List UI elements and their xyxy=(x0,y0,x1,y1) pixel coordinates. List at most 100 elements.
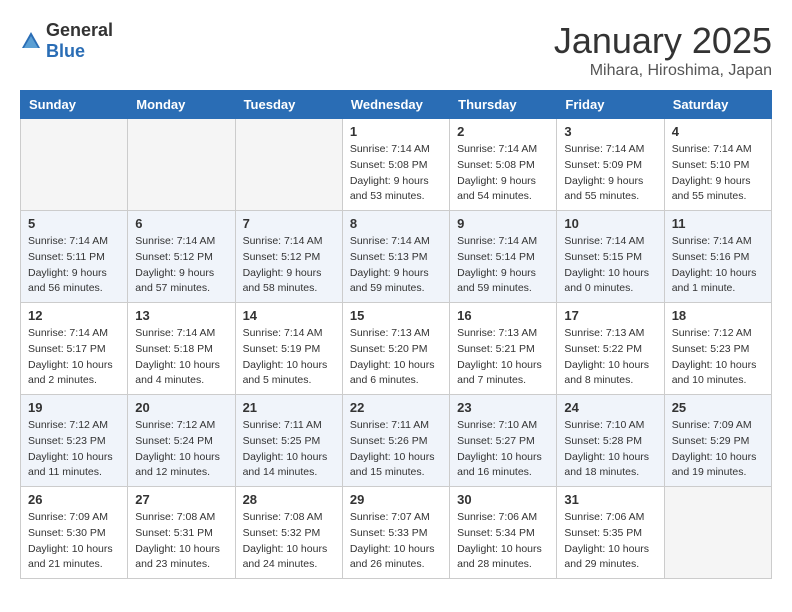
weekday-header-friday: Friday xyxy=(557,91,664,119)
day-info: Sunrise: 7:12 AM Sunset: 5:24 PM Dayligh… xyxy=(135,418,227,481)
day-number: 5 xyxy=(28,216,120,231)
header: General Blue January 2025 Mihara, Hirosh… xyxy=(20,20,772,80)
day-number: 13 xyxy=(135,308,227,323)
calendar-cell xyxy=(21,119,128,211)
day-number: 19 xyxy=(28,400,120,415)
day-number: 14 xyxy=(243,308,335,323)
day-info: Sunrise: 7:14 AM Sunset: 5:10 PM Dayligh… xyxy=(672,142,764,205)
month-title: January 2025 xyxy=(554,20,772,62)
day-number: 25 xyxy=(672,400,764,415)
day-info: Sunrise: 7:13 AM Sunset: 5:22 PM Dayligh… xyxy=(564,326,656,389)
day-number: 28 xyxy=(243,492,335,507)
day-number: 30 xyxy=(457,492,549,507)
calendar-cell: 8 Sunrise: 7:14 AM Sunset: 5:13 PM Daylig… xyxy=(342,211,449,303)
day-number: 3 xyxy=(564,124,656,139)
calendar-cell: 6 Sunrise: 7:14 AM Sunset: 5:12 PM Daylig… xyxy=(128,211,235,303)
calendar-cell: 29Sunrise: 7:07 AM Sunset: 5:33 PM Dayli… xyxy=(342,487,449,579)
day-info: Sunrise: 7:14 AM Sunset: 5:11 PM Dayligh… xyxy=(28,234,120,297)
day-info: Sunrise: 7:07 AM Sunset: 5:33 PM Dayligh… xyxy=(350,510,442,573)
calendar-cell: 17Sunrise: 7:13 AM Sunset: 5:22 PM Dayli… xyxy=(557,303,664,395)
day-info: Sunrise: 7:11 AM Sunset: 5:26 PM Dayligh… xyxy=(350,418,442,481)
calendar-week-row: 5 Sunrise: 7:14 AM Sunset: 5:11 PM Daylig… xyxy=(21,211,772,303)
day-info: Sunrise: 7:09 AM Sunset: 5:29 PM Dayligh… xyxy=(672,418,764,481)
calendar-cell: 18 Sunrise: 7:12 AM Sunset: 5:23 PM Dayli… xyxy=(664,303,771,395)
weekday-header-row: SundayMondayTuesdayWednesdayThursdayFrid… xyxy=(21,91,772,119)
day-info: Sunrise: 7:14 AM Sunset: 5:15 PM Dayligh… xyxy=(564,234,656,297)
calendar-cell: 15 Sunrise: 7:13 AM Sunset: 5:20 PM Dayli… xyxy=(342,303,449,395)
calendar-cell: 23 Sunrise: 7:10 AM Sunset: 5:27 PM Dayli… xyxy=(450,395,557,487)
logo-icon xyxy=(20,30,42,52)
calendar-cell: 1Sunrise: 7:14 AM Sunset: 5:08 PM Daylig… xyxy=(342,119,449,211)
calendar-week-row: 1Sunrise: 7:14 AM Sunset: 5:08 PM Daylig… xyxy=(21,119,772,211)
day-number: 20 xyxy=(135,400,227,415)
day-info: Sunrise: 7:14 AM Sunset: 5:09 PM Dayligh… xyxy=(564,142,656,205)
calendar-cell: 9 Sunrise: 7:14 AM Sunset: 5:14 PM Daylig… xyxy=(450,211,557,303)
day-number: 27 xyxy=(135,492,227,507)
calendar-cell: 3 Sunrise: 7:14 AM Sunset: 5:09 PM Daylig… xyxy=(557,119,664,211)
day-info: Sunrise: 7:12 AM Sunset: 5:23 PM Dayligh… xyxy=(672,326,764,389)
calendar-cell: 13Sunrise: 7:14 AM Sunset: 5:18 PM Dayli… xyxy=(128,303,235,395)
calendar-cell: 2 Sunrise: 7:14 AM Sunset: 5:08 PM Daylig… xyxy=(450,119,557,211)
calendar-cell: 20 Sunrise: 7:12 AM Sunset: 5:24 PM Dayli… xyxy=(128,395,235,487)
day-info: Sunrise: 7:14 AM Sunset: 5:13 PM Dayligh… xyxy=(350,234,442,297)
logo-blue: Blue xyxy=(46,41,85,61)
day-info: Sunrise: 7:14 AM Sunset: 5:14 PM Dayligh… xyxy=(457,234,549,297)
day-info: Sunrise: 7:08 AM Sunset: 5:32 PM Dayligh… xyxy=(243,510,335,573)
day-info: Sunrise: 7:14 AM Sunset: 5:08 PM Dayligh… xyxy=(350,142,442,205)
day-number: 31 xyxy=(564,492,656,507)
weekday-header-sunday: Sunday xyxy=(21,91,128,119)
day-info: Sunrise: 7:13 AM Sunset: 5:20 PM Dayligh… xyxy=(350,326,442,389)
calendar-cell xyxy=(664,487,771,579)
calendar-cell: 22Sunrise: 7:11 AM Sunset: 5:26 PM Dayli… xyxy=(342,395,449,487)
calendar-cell: 28 Sunrise: 7:08 AM Sunset: 5:32 PM Dayli… xyxy=(235,487,342,579)
day-number: 2 xyxy=(457,124,549,139)
day-number: 4 xyxy=(672,124,764,139)
day-number: 15 xyxy=(350,308,442,323)
calendar-cell xyxy=(128,119,235,211)
logo: General Blue xyxy=(20,20,113,62)
calendar-cell: 4 Sunrise: 7:14 AM Sunset: 5:10 PM Daylig… xyxy=(664,119,771,211)
calendar-cell: 26Sunrise: 7:09 AM Sunset: 5:30 PM Dayli… xyxy=(21,487,128,579)
weekday-header-saturday: Saturday xyxy=(664,91,771,119)
day-number: 6 xyxy=(135,216,227,231)
day-info: Sunrise: 7:06 AM Sunset: 5:34 PM Dayligh… xyxy=(457,510,549,573)
calendar-cell: 19 Sunrise: 7:12 AM Sunset: 5:23 PM Dayli… xyxy=(21,395,128,487)
day-info: Sunrise: 7:10 AM Sunset: 5:28 PM Dayligh… xyxy=(564,418,656,481)
day-info: Sunrise: 7:08 AM Sunset: 5:31 PM Dayligh… xyxy=(135,510,227,573)
day-number: 24 xyxy=(564,400,656,415)
day-info: Sunrise: 7:14 AM Sunset: 5:17 PM Dayligh… xyxy=(28,326,120,389)
calendar-week-row: 12Sunrise: 7:14 AM Sunset: 5:17 PM Dayli… xyxy=(21,303,772,395)
day-number: 21 xyxy=(243,400,335,415)
calendar-cell: 16 Sunrise: 7:13 AM Sunset: 5:21 PM Dayli… xyxy=(450,303,557,395)
calendar-cell: 31 Sunrise: 7:06 AM Sunset: 5:35 PM Dayli… xyxy=(557,487,664,579)
calendar-cell: 12Sunrise: 7:14 AM Sunset: 5:17 PM Dayli… xyxy=(21,303,128,395)
day-info: Sunrise: 7:06 AM Sunset: 5:35 PM Dayligh… xyxy=(564,510,656,573)
day-number: 23 xyxy=(457,400,549,415)
calendar-week-row: 19 Sunrise: 7:12 AM Sunset: 5:23 PM Dayli… xyxy=(21,395,772,487)
day-number: 8 xyxy=(350,216,442,231)
weekday-header-wednesday: Wednesday xyxy=(342,91,449,119)
logo-general: General xyxy=(46,20,113,40)
calendar-cell: 7Sunrise: 7:14 AM Sunset: 5:12 PM Daylig… xyxy=(235,211,342,303)
calendar-cell: 11Sunrise: 7:14 AM Sunset: 5:16 PM Dayli… xyxy=(664,211,771,303)
day-number: 16 xyxy=(457,308,549,323)
day-info: Sunrise: 7:14 AM Sunset: 5:12 PM Dayligh… xyxy=(243,234,335,297)
day-number: 18 xyxy=(672,308,764,323)
day-info: Sunrise: 7:14 AM Sunset: 5:08 PM Dayligh… xyxy=(457,142,549,205)
day-info: Sunrise: 7:11 AM Sunset: 5:25 PM Dayligh… xyxy=(243,418,335,481)
calendar-cell: 14Sunrise: 7:14 AM Sunset: 5:19 PM Dayli… xyxy=(235,303,342,395)
calendar-cell: 10Sunrise: 7:14 AM Sunset: 5:15 PM Dayli… xyxy=(557,211,664,303)
day-info: Sunrise: 7:09 AM Sunset: 5:30 PM Dayligh… xyxy=(28,510,120,573)
calendar-cell xyxy=(235,119,342,211)
calendar-table: SundayMondayTuesdayWednesdayThursdayFrid… xyxy=(20,90,772,579)
weekday-header-tuesday: Tuesday xyxy=(235,91,342,119)
day-info: Sunrise: 7:13 AM Sunset: 5:21 PM Dayligh… xyxy=(457,326,549,389)
calendar-week-row: 26Sunrise: 7:09 AM Sunset: 5:30 PM Dayli… xyxy=(21,487,772,579)
day-info: Sunrise: 7:14 AM Sunset: 5:12 PM Dayligh… xyxy=(135,234,227,297)
day-info: Sunrise: 7:12 AM Sunset: 5:23 PM Dayligh… xyxy=(28,418,120,481)
calendar-cell: 21 Sunrise: 7:11 AM Sunset: 5:25 PM Dayli… xyxy=(235,395,342,487)
calendar-cell: 5 Sunrise: 7:14 AM Sunset: 5:11 PM Daylig… xyxy=(21,211,128,303)
day-info: Sunrise: 7:10 AM Sunset: 5:27 PM Dayligh… xyxy=(457,418,549,481)
calendar-cell: 27 Sunrise: 7:08 AM Sunset: 5:31 PM Dayli… xyxy=(128,487,235,579)
day-number: 9 xyxy=(457,216,549,231)
